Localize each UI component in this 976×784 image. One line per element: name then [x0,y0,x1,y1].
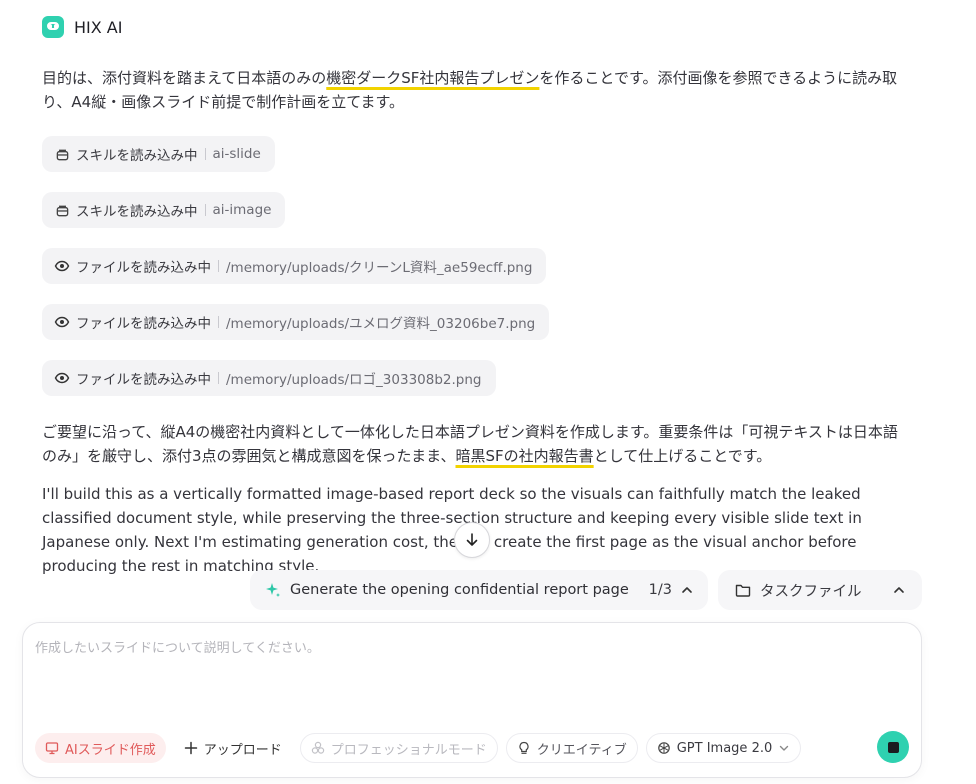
app-title: HIX AI [74,17,123,37]
hix-logo-icon [42,16,64,38]
tool-chip-skill-ai-slide[interactable]: スキルを読み込み中 ai-slide [42,136,275,172]
intro-message: 目的は、添付資料を踏まえて日本語のみの機密ダークSF社内報告プレゼンを作ることで… [42,69,898,111]
sparkle-icon [264,581,282,599]
tool-activity-list: スキルを読み込み中 ai-slide スキルを読み込み中 ai-image ファイル… [42,136,912,396]
stop-icon [887,741,899,753]
tool-chip-skill-ai-image[interactable]: スキルを読み込み中 ai-image [42,192,286,228]
message-composer: AIスライド作成 アップロード プロフェッショナルモード クリエイティブ GPT… [22,622,922,778]
plus-icon [184,741,197,755]
current-task-pill[interactable]: Generate the opening confidential report… [250,570,708,610]
composer-toolbar: AIスライド作成 アップロード プロフェッショナルモード クリエイティブ GPT… [35,733,802,763]
scroll-down-button[interactable] [454,522,490,558]
ai-slide-mode-button[interactable]: AIスライド作成 [35,733,166,763]
creative-mode-button[interactable]: クリエイティブ [505,733,638,763]
current-task-label: Generate the opening confidential report… [290,582,629,598]
tool-chip-file-2[interactable]: ファイルを読み込み中/memory/uploads/ユメログ資料_03206be… [42,304,550,340]
folder-icon [735,584,751,597]
skill-box-icon [54,202,70,218]
chat-content: 目的は、添付資料を踏まえて日本語のみの機密ダークSF社内報告プレゼンを作ることで… [42,66,912,578]
response-message: ご要望に沿って、縦A4の機密社内資料として一体化した日本語プレゼン資料を作成しま… [42,423,898,465]
task-file-label: タスクファイル [760,583,862,600]
openai-icon [657,742,670,754]
intro-highlight: 機密ダークSF社内報告プレゼン [326,69,540,87]
chevron-up-icon [682,587,692,593]
skill-box-icon [54,146,70,162]
eye-icon [54,370,70,386]
app-header: HIX AI [42,16,122,38]
response-highlight: 暗黒SFの社内報告書 [455,447,594,465]
eye-icon [54,314,70,330]
stop-generation-button[interactable] [877,731,909,763]
shapes-icon [311,741,324,754]
tool-chip-file-3[interactable]: ファイルを読み込み中/memory/uploads/ロゴ_303308b2.pn… [42,360,496,396]
model-selector[interactable]: GPT Image 2.0 [645,733,802,763]
slide-icon [45,742,59,755]
task-file-button[interactable]: タスクファイル [718,570,922,610]
tool-chip-file-1[interactable]: ファイルを読み込み中/memory/uploads/クリーンL資料_ae59ec… [42,248,547,284]
eye-icon [54,258,70,274]
task-progress: 1/3 [649,582,694,598]
chevron-down-icon [780,745,789,751]
upload-button[interactable]: アップロード [174,733,292,763]
professional-mode-button[interactable]: プロフェッショナルモード [299,733,498,763]
chevron-up-icon [892,583,906,597]
lightbulb-icon [519,741,529,754]
prompt-input[interactable] [35,637,905,717]
arrow-down-icon [466,533,478,546]
